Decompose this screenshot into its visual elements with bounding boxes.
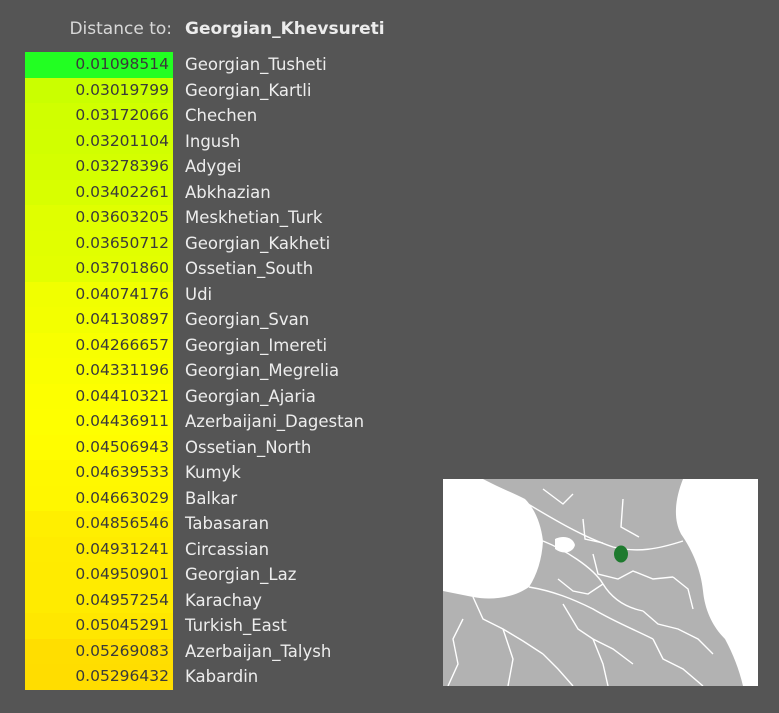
- distance-cell: 0.03172066: [25, 103, 173, 129]
- table-row: 0.04331196 Georgian_Megrelia: [25, 358, 625, 384]
- distance-cell: 0.03278396: [25, 154, 173, 180]
- header-target: Georgian_Khevsureti: [185, 19, 385, 39]
- table-row: 0.03402261 Abkhazian: [25, 179, 625, 205]
- population-name: Balkar: [185, 488, 238, 508]
- distance-value: 0.05045291: [75, 616, 169, 634]
- table-row: 0.03172066 Chechen: [25, 103, 625, 129]
- population-name: Georgian_Svan: [185, 310, 310, 329]
- distance-value: 0.03172066: [75, 106, 169, 124]
- distance-value: 0.03650712: [75, 233, 169, 252]
- population-name: Ossetian_South: [185, 259, 314, 278]
- distance-cell: 0.04957254: [25, 587, 173, 613]
- map-highlight-region: [614, 545, 628, 563]
- header-label: Distance to:: [69, 19, 172, 39]
- distance-value: 0.05296432: [75, 667, 169, 685]
- population-name: Georgian_Laz: [185, 565, 297, 584]
- distance-cell: 0.04931241: [25, 536, 173, 562]
- distance-cell: 0.04506943: [25, 434, 173, 460]
- distance-value: 0.03201104: [75, 131, 169, 150]
- distance-value: 0.04931241: [75, 539, 169, 558]
- distance-value: 0.03402261: [75, 182, 169, 201]
- distance-cell: 0.01098514: [25, 52, 173, 78]
- distance-value: 0.04074176: [75, 284, 169, 303]
- population-name: Tabasaran: [185, 514, 270, 533]
- distance-cell: 0.03201104: [25, 128, 173, 154]
- table-row: 0.04410321 Georgian_Ajaria: [25, 383, 625, 409]
- table-row: 0.04266657 Georgian_Imereti: [25, 332, 625, 358]
- distance-cell: 0.05269083: [25, 638, 173, 664]
- table-row: 0.03603205 Meskhetian_Turk: [25, 205, 625, 231]
- population-name: Udi: [185, 284, 213, 304]
- population-name: Circassian: [185, 539, 270, 559]
- distance-value: 0.04856546: [75, 514, 169, 532]
- distance-cell: 0.05045291: [25, 613, 173, 639]
- distance-value: 0.04957254: [75, 590, 169, 609]
- distance-cell: 0.05296432: [25, 664, 173, 690]
- distance-value: 0.04130897: [75, 310, 169, 328]
- population-name: Georgian_Kakheti: [185, 233, 331, 253]
- distance-cell: 0.03402261: [25, 179, 173, 205]
- population-name: Georgian_Megrelia: [185, 361, 340, 380]
- table-row: 0.04436911 Azerbaijani_Dagestan: [25, 409, 625, 435]
- table-row: 0.03650712 Georgian_Kakheti: [25, 230, 625, 256]
- distance-value: 0.04410321: [75, 386, 169, 405]
- population-name: Georgian_Tusheti: [185, 55, 327, 74]
- distance-cell: 0.04130897: [25, 307, 173, 333]
- distance-cell: 0.03650712: [25, 230, 173, 256]
- distance-cell: 0.04856546: [25, 511, 173, 537]
- distance-value: 0.04436911: [75, 412, 169, 430]
- population-name: Azerbaijan_Talysh: [185, 641, 332, 661]
- distance-value: 0.03603205: [75, 208, 169, 226]
- distance-cell: 0.04266657: [25, 332, 173, 358]
- distance-value: 0.04506943: [75, 437, 169, 456]
- distance-cell: 0.04331196: [25, 358, 173, 384]
- population-name: Meskhetian_Turk: [185, 208, 323, 227]
- table-row: 0.04074176 Udi: [25, 281, 625, 307]
- distance-value: 0.05269083: [75, 641, 169, 660]
- distance-cell: 0.04436911: [25, 409, 173, 435]
- distance-cell: 0.04950901: [25, 562, 173, 588]
- distance-value: 0.03019799: [75, 80, 169, 99]
- distance-cell: 0.04074176: [25, 281, 173, 307]
- distance-value: 0.04639533: [75, 463, 169, 481]
- distance-cell: 0.04639533: [25, 460, 173, 486]
- table-row: 0.03701860 Ossetian_South: [25, 256, 625, 282]
- distance-cell: 0.03701860: [25, 256, 173, 282]
- population-name: Turkish_East: [185, 616, 287, 635]
- table-row: 0.03201104 Ingush: [25, 128, 625, 154]
- distance-value: 0.03701860: [75, 259, 169, 277]
- table-row: 0.01098514 Georgian_Tusheti: [25, 52, 625, 78]
- distance-value: 0.03278396: [75, 157, 169, 175]
- table-row: 0.03278396 Adygei: [25, 154, 625, 180]
- distance-value: 0.04663029: [75, 488, 169, 507]
- population-name: Ossetian_North: [185, 437, 312, 457]
- distance-value: 0.04331196: [75, 361, 169, 379]
- region-map: [443, 479, 758, 686]
- distance-value: 0.01098514: [75, 55, 169, 73]
- distance-value: 0.04266657: [75, 335, 169, 354]
- population-name: Chechen: [185, 106, 258, 125]
- population-name: Georgian_Imereti: [185, 335, 328, 355]
- distance-cell: 0.03019799: [25, 77, 173, 103]
- population-name: Abkhazian: [185, 182, 271, 202]
- distance-cell: 0.04410321: [25, 383, 173, 409]
- population-name: Adygei: [185, 157, 242, 176]
- table-row: 0.04130897 Georgian_Svan: [25, 307, 625, 333]
- population-name: Kabardin: [185, 667, 259, 686]
- population-name: Georgian_Kartli: [185, 80, 312, 100]
- table-row: 0.04506943 Ossetian_North: [25, 434, 625, 460]
- distance-cell: 0.04663029: [25, 485, 173, 511]
- distance-cell: 0.03603205: [25, 205, 173, 231]
- population-name: Kumyk: [185, 463, 241, 482]
- population-name: Ingush: [185, 131, 241, 151]
- population-name: Azerbaijani_Dagestan: [185, 412, 365, 431]
- distance-value: 0.04950901: [75, 565, 169, 583]
- table-row: 0.03019799 Georgian_Kartli: [25, 77, 625, 103]
- population-name: Karachay: [185, 590, 262, 610]
- population-name: Georgian_Ajaria: [185, 386, 316, 406]
